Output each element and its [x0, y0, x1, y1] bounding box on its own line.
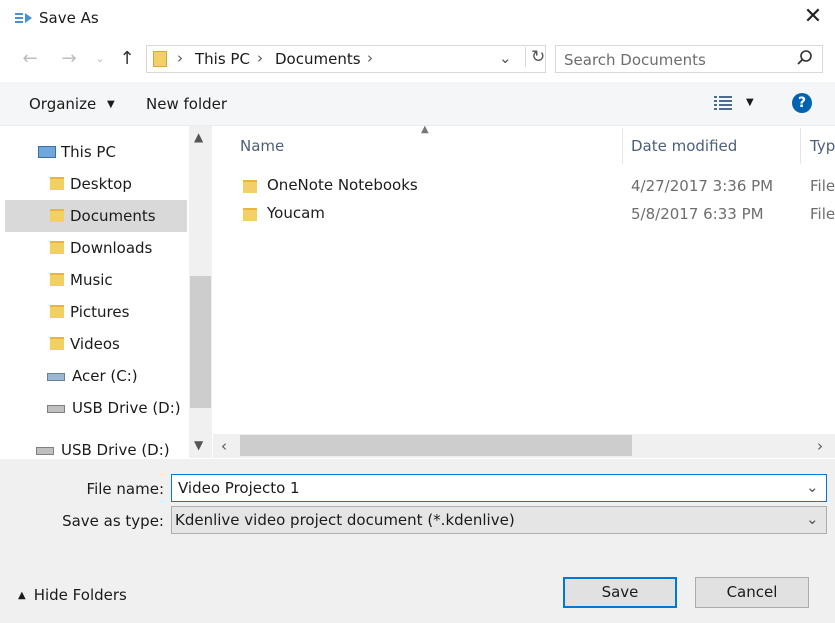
new-folder-button[interactable]: New folder [146, 95, 227, 113]
documents-folder-icon [50, 209, 64, 222]
hide-folders-label: Hide Folders [33, 586, 127, 604]
sidebar-item-pictures[interactable]: Pictures [0, 296, 189, 328]
file-date-modified: 4/27/2017 3:36 PM [631, 177, 774, 195]
list-item[interactable]: Youcam 5/8/2017 6:33 PM File [240, 204, 835, 226]
file-name-field[interactable]: Video Projecto 1 ⌄ [171, 474, 827, 502]
sidebar-item-label: Videos [70, 335, 120, 353]
column-header-date-modified[interactable]: Date modified [631, 137, 737, 155]
search-icon[interactable] [796, 49, 814, 67]
sidebar-item-label: Downloads [70, 239, 153, 257]
title-bar [0, 0, 835, 38]
save-button[interactable]: Save [563, 577, 677, 608]
breadcrumb-separator-icon: › [367, 49, 373, 67]
sidebar-item-documents[interactable]: Documents [5, 200, 187, 232]
save-as-type-label: Save as type: [62, 512, 164, 530]
search-box[interactable]: Search Documents [555, 45, 823, 73]
sidebar-item-acer-c[interactable]: Acer (C:) [0, 360, 189, 392]
sidebar-item-label: USB Drive (D:) [72, 399, 181, 417]
sidebar-item-label: This PC [61, 143, 116, 161]
sort-ascending-icon: ▲ [421, 124, 429, 135]
sidebar-item-downloads[interactable]: Downloads [0, 232, 189, 264]
search-input[interactable]: Search Documents [564, 51, 706, 69]
save-as-type-select[interactable]: Kdenlive video project document (*.kdenl… [171, 506, 827, 534]
file-date-modified: 5/8/2017 6:33 PM [631, 205, 764, 223]
list-item[interactable]: OneNote Notebooks 4/27/2017 3:36 PM File [240, 176, 835, 198]
file-name-dropdown-chevron-icon[interactable]: ⌄ [806, 478, 819, 496]
file-name: Youcam [267, 204, 325, 222]
breadcrumb-documents[interactable]: Documents [275, 50, 361, 68]
sidebar-item-this-pc[interactable]: This PC [0, 136, 189, 168]
view-options-icon[interactable] [714, 95, 734, 111]
folder-icon [50, 177, 64, 190]
sidebar-item-label: USB Drive (D:) [61, 441, 170, 459]
scroll-down-arrow-icon[interactable]: ▼ [194, 438, 203, 452]
videos-folder-icon [50, 337, 64, 350]
usb-drive-icon [36, 446, 54, 455]
scroll-left-arrow-icon[interactable]: ‹ [221, 437, 227, 455]
organize-button[interactable]: Organize ▼ [29, 95, 115, 113]
file-list-scroll-thumb[interactable] [240, 435, 632, 456]
chevron-up-icon: ▲ [18, 590, 26, 601]
file-list [213, 126, 835, 434]
sidebar-item-label: Documents [70, 207, 156, 225]
view-options-dropdown-icon[interactable]: ▼ [746, 97, 754, 108]
address-bar[interactable]: › This PC › Documents › ⌄ ↻ [146, 45, 546, 73]
recent-locations-chevron-icon[interactable]: ⌄ [88, 47, 112, 71]
documents-location-icon [153, 51, 167, 67]
sidebar-item-label: Desktop [70, 175, 132, 193]
file-name-value: Video Projecto 1 [178, 479, 300, 497]
sidebar-item-desktop[interactable]: Desktop [0, 168, 189, 200]
column-header-name[interactable]: Name [240, 137, 284, 155]
command-toolbar [0, 82, 835, 126]
cancel-button[interactable]: Cancel [695, 577, 809, 608]
sidebar-item-usb-drive-d[interactable]: USB Drive (D:) [0, 392, 189, 424]
file-type: File [810, 177, 835, 195]
pictures-folder-icon [50, 305, 64, 318]
window-title: Save As [39, 9, 99, 27]
sidebar-item-label: Music [70, 271, 113, 289]
breadcrumb-separator-icon: › [257, 49, 263, 67]
navigation-pane-scroll-thumb[interactable] [190, 276, 211, 408]
save-as-icon [14, 10, 34, 26]
breadcrumb-this-pc[interactable]: This PC [195, 50, 250, 68]
music-folder-icon [50, 273, 64, 286]
scroll-right-arrow-icon[interactable]: › [817, 437, 823, 455]
drive-icon [47, 372, 65, 381]
sidebar-item-music[interactable]: Music [0, 264, 189, 296]
computer-icon [38, 145, 56, 158]
file-name: OneNote Notebooks [267, 176, 418, 194]
close-icon[interactable]: ✕ [798, 2, 828, 32]
column-divider [800, 128, 801, 164]
file-name-label: File name: [86, 480, 164, 498]
refresh-icon[interactable]: ↻ [525, 47, 545, 67]
folder-icon [243, 208, 257, 221]
organize-label: Organize [29, 95, 97, 113]
sidebar-item-label: Acer (C:) [72, 367, 138, 385]
breadcrumb-separator-icon: › [177, 49, 183, 67]
usb-drive-icon [47, 404, 65, 413]
sidebar-item-label: Pictures [70, 303, 130, 321]
scroll-up-arrow-icon[interactable]: ▲ [194, 130, 203, 144]
sidebar-item-videos[interactable]: Videos [0, 328, 189, 360]
hide-folders-button[interactable]: ▲ Hide Folders [18, 586, 127, 604]
address-dropdown-chevron-icon[interactable]: ⌄ [499, 49, 512, 67]
back-arrow-icon[interactable]: ← [18, 47, 42, 71]
save-as-type-value: Kdenlive video project document (*.kdenl… [175, 511, 515, 529]
organize-dropdown-icon: ▼ [106, 99, 115, 110]
file-type: File [810, 205, 835, 223]
downloads-folder-icon [50, 241, 64, 254]
forward-arrow-icon[interactable]: → [57, 47, 81, 71]
help-icon[interactable]: ? [792, 93, 812, 113]
up-arrow-icon[interactable]: ↑ [115, 47, 139, 71]
save-as-type-dropdown-chevron-icon[interactable]: ⌄ [806, 510, 819, 528]
folder-icon [243, 180, 257, 193]
column-header-type[interactable]: Typ [810, 137, 835, 155]
column-divider [622, 128, 623, 164]
navigation-pane: This PC Desktop Documents Downloads Musi… [0, 126, 212, 459]
